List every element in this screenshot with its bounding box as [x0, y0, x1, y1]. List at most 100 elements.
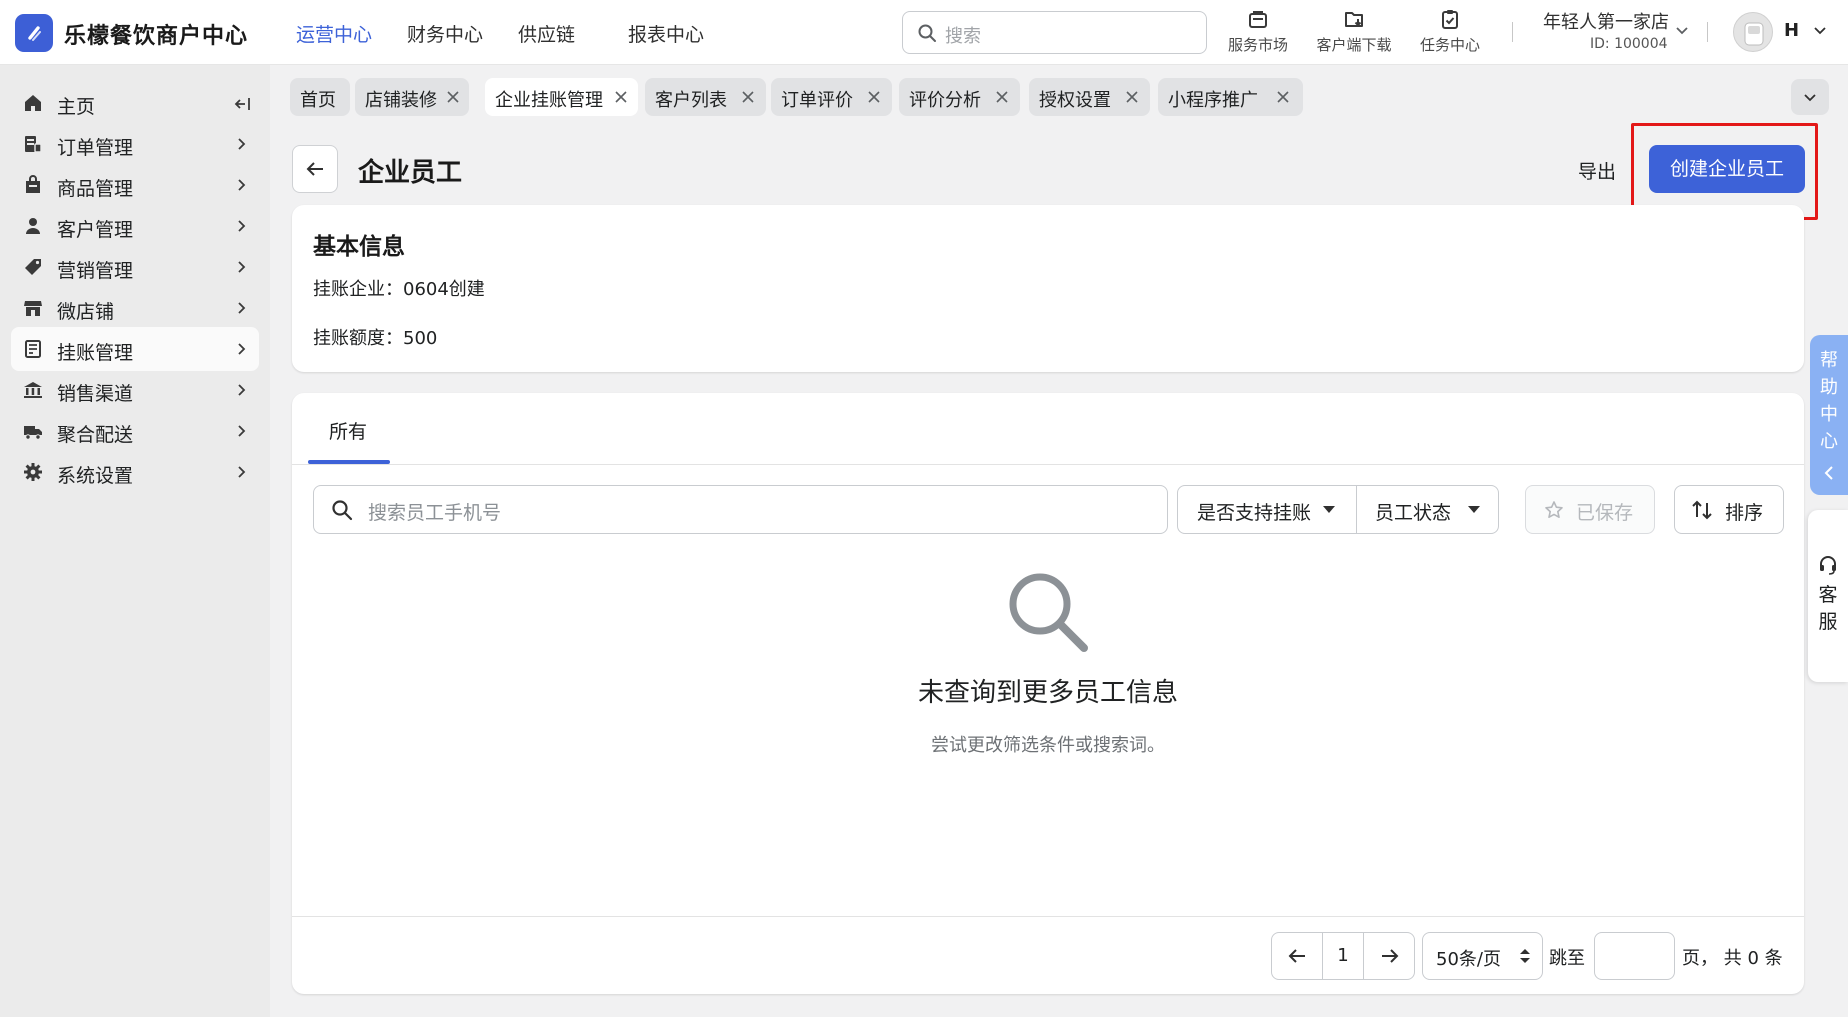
next-page-button[interactable]	[1365, 933, 1415, 979]
tab-label: 企业挂账管理	[495, 90, 603, 111]
tool-service-market[interactable]: 服务市场	[1223, 8, 1293, 55]
sidebar-item-label: 营销管理	[57, 260, 134, 282]
sidebar-item-label: 挂账管理	[57, 342, 134, 364]
avatar-image-icon	[1744, 22, 1764, 46]
filter-group: 是否支持挂账 员工状态	[1177, 485, 1499, 534]
close-icon[interactable]	[446, 90, 460, 104]
tool-client-download-label: 客户端下载	[1316, 36, 1392, 54]
tool-task-center-label: 任务中心	[1419, 36, 1480, 54]
sort-arrows-icon	[1692, 500, 1712, 520]
tag-icon	[25, 259, 41, 275]
jump-page-input[interactable]	[1594, 932, 1675, 980]
search-icon	[918, 24, 936, 42]
back-button[interactable]	[292, 145, 338, 193]
tab-all[interactable]: 所有	[308, 393, 390, 464]
arrow-left-icon	[306, 162, 323, 176]
footer-divider	[292, 916, 1804, 917]
tab-enterprise-credit[interactable]: 企业挂账管理	[485, 78, 638, 116]
employee-search-placeholder: 搜索员工手机号	[368, 502, 502, 524]
sidebar-item-label: 订单管理	[57, 137, 134, 159]
pagination: 1	[1271, 932, 1415, 980]
per-page-select[interactable]: 50条/页	[1422, 932, 1543, 980]
close-icon[interactable]	[614, 90, 628, 104]
chevron-right-icon	[238, 384, 246, 396]
sidebar-item-delivery[interactable]: 聚合配送	[11, 409, 259, 453]
topnav-supply-chain[interactable]: 供应链	[518, 20, 575, 47]
topnav-finance[interactable]: 财务中心	[407, 20, 483, 47]
sidebar-item-credit-management[interactable]: 挂账管理	[11, 327, 259, 371]
avatar[interactable]	[1733, 12, 1773, 52]
chevron-right-icon	[238, 343, 246, 355]
shop-icon	[24, 301, 42, 316]
clipboard-check-icon	[1442, 10, 1458, 29]
sidebar-item-customers[interactable]: 客户管理	[11, 204, 259, 248]
tab-home[interactable]: 首页	[290, 78, 350, 116]
chevron-right-icon	[238, 138, 246, 150]
home-icon	[25, 95, 41, 111]
sidebar-item-orders[interactable]: 订单管理	[11, 122, 259, 166]
search-placeholder: 搜索	[945, 26, 981, 47]
sidebar-item-micro-shop[interactable]: 微店铺	[11, 286, 259, 330]
prev-page-button[interactable]	[1272, 933, 1322, 979]
topnav-reports[interactable]: 报表中心	[628, 20, 704, 47]
store-bag-icon	[1249, 11, 1267, 28]
chevron-right-icon	[238, 179, 246, 191]
chevron-right-icon	[238, 302, 246, 314]
delivery-truck-icon	[24, 426, 42, 440]
tab-store-decoration[interactable]: 店铺装修	[355, 78, 469, 116]
chevron-down-icon[interactable]	[1674, 22, 1690, 38]
sidebar-item-home[interactable]: 主页	[11, 81, 259, 125]
tab-auth-settings[interactable]: 授权设置	[1029, 78, 1150, 116]
create-employee-button[interactable]: 创建企业员工	[1649, 145, 1805, 193]
sidebar-item-settings[interactable]: 系统设置	[11, 450, 259, 494]
close-icon[interactable]	[1276, 90, 1290, 104]
caret-down-icon	[1468, 506, 1480, 513]
credit-limit-value: 500	[403, 328, 438, 349]
employee-status-filter[interactable]: 员工状态	[1357, 486, 1499, 533]
sidebar-item-label: 聚合配送	[57, 424, 134, 446]
employee-phone-search-input[interactable]: 搜索员工手机号	[313, 485, 1168, 534]
brand-logo-icon[interactable]	[15, 14, 53, 52]
export-button[interactable]: 导出	[1578, 157, 1616, 184]
topnav-operations[interactable]: 运营中心	[296, 20, 372, 47]
star-icon	[1545, 501, 1563, 518]
close-icon[interactable]	[995, 90, 1009, 104]
employee-status-filter-label: 员工状态	[1375, 502, 1452, 524]
close-icon[interactable]	[1125, 90, 1139, 104]
credit-support-filter-label: 是否支持挂账	[1197, 502, 1312, 524]
global-search-input[interactable]: 搜索	[902, 11, 1207, 54]
help-center-tab[interactable]: 帮助中心	[1810, 335, 1848, 495]
credit-limit-row: 挂账额度：500	[313, 324, 437, 350]
sidebar-item-sales-channels[interactable]: 销售渠道	[11, 368, 259, 412]
customer-service-tab[interactable]: 客服	[1808, 510, 1848, 682]
store-id: ID: 100004	[1590, 36, 1668, 52]
sidebar-item-products[interactable]: 商品管理	[11, 163, 259, 207]
tab-label: 店铺装修	[365, 90, 437, 111]
tab-customer-list[interactable]: 客户列表	[645, 78, 766, 116]
close-icon[interactable]	[867, 90, 881, 104]
arrow-left-icon	[1288, 949, 1305, 963]
user-chevron-down-icon[interactable]	[1812, 22, 1828, 38]
empty-state-title: 未查询到更多员工信息	[917, 678, 1178, 708]
help-center-label: 帮助中心	[1810, 347, 1848, 455]
folder-download-icon	[1345, 12, 1363, 27]
tab-miniprogram-promo[interactable]: 小程序推广	[1158, 78, 1303, 116]
tabs-more-button[interactable]	[1791, 79, 1829, 115]
sidebar-item-label: 销售渠道	[57, 383, 134, 405]
close-icon[interactable]	[741, 90, 755, 104]
saved-button[interactable]: 已保存	[1525, 485, 1655, 534]
empty-state-subtitle: 尝试更改筛选条件或搜索词。	[931, 735, 1165, 756]
sidebar-item-marketing[interactable]: 营销管理	[11, 245, 259, 289]
user-initial[interactable]: H	[1784, 20, 1799, 41]
customer-service-label: 客服	[1808, 582, 1848, 636]
chevron-right-icon	[238, 466, 246, 478]
tab-order-reviews[interactable]: 订单评价	[771, 78, 892, 116]
credit-support-filter[interactable]: 是否支持挂账	[1178, 486, 1356, 533]
store-name[interactable]: 年轻人第一家店	[1543, 8, 1669, 34]
collapse-sidebar-icon[interactable]	[233, 95, 251, 113]
sort-button[interactable]: 排序	[1674, 485, 1784, 534]
tab-review-analysis[interactable]: 评价分析	[899, 78, 1020, 116]
tool-client-download[interactable]: 客户端下载	[1312, 8, 1396, 55]
arrow-right-icon	[1382, 949, 1399, 963]
tool-task-center[interactable]: 任务中心	[1415, 8, 1485, 55]
